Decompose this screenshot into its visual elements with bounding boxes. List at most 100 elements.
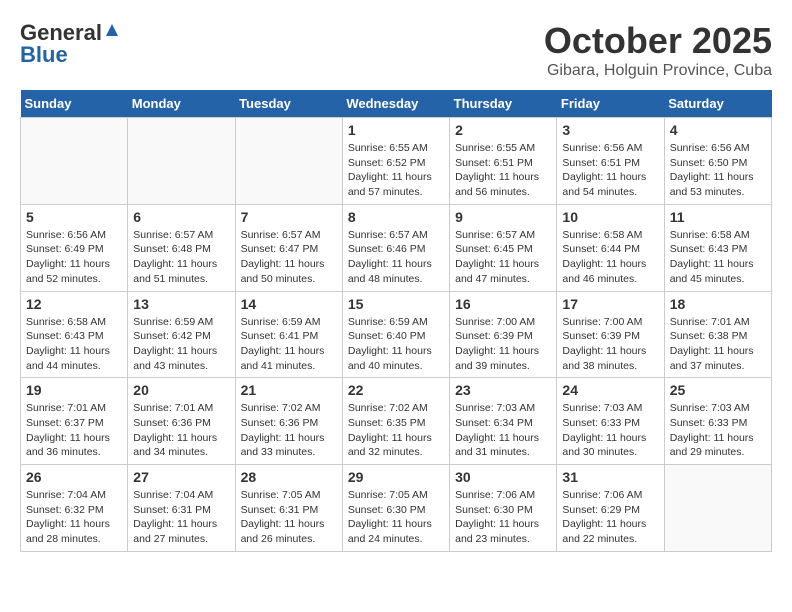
calendar-cell: 31 Sunrise: 7:06 AMSunset: 6:29 PMDayligh… xyxy=(557,465,664,552)
day-info: Sunrise: 6:57 AMSunset: 6:47 PMDaylight:… xyxy=(241,228,337,287)
day-number: 3 xyxy=(562,122,658,138)
day-number: 26 xyxy=(26,469,122,485)
day-header-thursday: Thursday xyxy=(450,90,557,118)
day-number: 29 xyxy=(348,469,444,485)
day-number: 9 xyxy=(455,209,551,225)
day-header-saturday: Saturday xyxy=(664,90,771,118)
calendar-cell: 9 Sunrise: 6:57 AMSunset: 6:45 PMDaylight… xyxy=(450,204,557,291)
day-info: Sunrise: 6:57 AMSunset: 6:46 PMDaylight:… xyxy=(348,228,444,287)
day-number: 22 xyxy=(348,382,444,398)
week-row-3: 12Sunrise: 6:58 AMSunset: 6:43 PMDayligh… xyxy=(21,291,772,378)
calendar-cell: 30 Sunrise: 7:06 AMSunset: 6:30 PMDayligh… xyxy=(450,465,557,552)
day-info: Sunrise: 7:06 AMSunset: 6:29 PMDaylight:… xyxy=(562,488,658,547)
day-header-sunday: Sunday xyxy=(21,90,128,118)
day-number: 17 xyxy=(562,296,658,312)
day-info: Sunrise: 6:58 AMSunset: 6:44 PMDaylight:… xyxy=(562,228,658,287)
calendar-cell: 2Sunrise: 6:55 AMSunset: 6:51 PMDaylight… xyxy=(450,118,557,205)
day-header-monday: Monday xyxy=(128,90,235,118)
calendar-cell: 19Sunrise: 7:01 AMSunset: 6:37 PMDayligh… xyxy=(21,378,128,465)
calendar-cell: 8 Sunrise: 6:57 AMSunset: 6:46 PMDaylight… xyxy=(342,204,449,291)
day-info: Sunrise: 6:58 AMSunset: 6:43 PMDaylight:… xyxy=(670,228,766,287)
calendar-cell: 13Sunrise: 6:59 AMSunset: 6:42 PMDayligh… xyxy=(128,291,235,378)
page-header: General Blue October 2025 Gibara, Holgui… xyxy=(20,20,772,80)
day-info: Sunrise: 6:59 AMSunset: 6:40 PMDaylight:… xyxy=(348,315,444,374)
day-info: Sunrise: 7:04 AMSunset: 6:31 PMDaylight:… xyxy=(133,488,229,547)
day-number: 13 xyxy=(133,296,229,312)
day-number: 10 xyxy=(562,209,658,225)
day-number: 2 xyxy=(455,122,551,138)
day-info: Sunrise: 7:04 AMSunset: 6:32 PMDaylight:… xyxy=(26,488,122,547)
calendar-cell: 26 Sunrise: 7:04 AMSunset: 6:32 PMDayligh… xyxy=(21,465,128,552)
calendar-cell xyxy=(21,118,128,205)
day-info: Sunrise: 7:05 AMSunset: 6:31 PMDaylight:… xyxy=(241,488,337,547)
day-info: Sunrise: 6:56 AMSunset: 6:50 PMDaylight:… xyxy=(670,141,766,200)
calendar-cell: 23Sunrise: 7:03 AMSunset: 6:34 PMDayligh… xyxy=(450,378,557,465)
calendar-cell: 18 Sunrise: 7:01 AMSunset: 6:38 PMDayligh… xyxy=(664,291,771,378)
day-info: Sunrise: 7:03 AMSunset: 6:34 PMDaylight:… xyxy=(455,401,551,460)
day-number: 7 xyxy=(241,209,337,225)
day-info: Sunrise: 7:00 AMSunset: 6:39 PMDaylight:… xyxy=(455,315,551,374)
day-number: 25 xyxy=(670,382,766,398)
day-info: Sunrise: 7:03 AMSunset: 6:33 PMDaylight:… xyxy=(670,401,766,460)
calendar-cell: 3Sunrise: 6:56 AMSunset: 6:51 PMDaylight… xyxy=(557,118,664,205)
day-number: 15 xyxy=(348,296,444,312)
day-info: Sunrise: 7:06 AMSunset: 6:30 PMDaylight:… xyxy=(455,488,551,547)
header-row: SundayMondayTuesdayWednesdayThursdayFrid… xyxy=(21,90,772,118)
title-section: October 2025 Gibara, Holguin Province, C… xyxy=(544,20,772,80)
location-title: Gibara, Holguin Province, Cuba xyxy=(544,62,772,80)
day-number: 14 xyxy=(241,296,337,312)
calendar-cell: 25 Sunrise: 7:03 AMSunset: 6:33 PMDayligh… xyxy=(664,378,771,465)
calendar-cell: 16 Sunrise: 7:00 AMSunset: 6:39 PMDayligh… xyxy=(450,291,557,378)
calendar-cell: 22 Sunrise: 7:02 AMSunset: 6:35 PMDayligh… xyxy=(342,378,449,465)
day-info: Sunrise: 6:58 AMSunset: 6:43 PMDaylight:… xyxy=(26,315,122,374)
day-number: 5 xyxy=(26,209,122,225)
logo: General Blue xyxy=(20,20,120,68)
week-row-5: 26 Sunrise: 7:04 AMSunset: 6:32 PMDayligh… xyxy=(21,465,772,552)
calendar-cell xyxy=(128,118,235,205)
day-info: Sunrise: 6:55 AMSunset: 6:52 PMDaylight:… xyxy=(348,141,444,200)
day-header-wednesday: Wednesday xyxy=(342,90,449,118)
week-row-1: 1Sunrise: 6:55 AMSunset: 6:52 PMDaylight… xyxy=(21,118,772,205)
logo-triangle-icon xyxy=(104,22,120,43)
day-info: Sunrise: 7:03 AMSunset: 6:33 PMDaylight:… xyxy=(562,401,658,460)
calendar-cell: 1Sunrise: 6:55 AMSunset: 6:52 PMDaylight… xyxy=(342,118,449,205)
calendar-cell: 12Sunrise: 6:58 AMSunset: 6:43 PMDayligh… xyxy=(21,291,128,378)
calendar-cell: 24 Sunrise: 7:03 AMSunset: 6:33 PMDayligh… xyxy=(557,378,664,465)
calendar-cell xyxy=(235,118,342,205)
day-header-tuesday: Tuesday xyxy=(235,90,342,118)
day-number: 30 xyxy=(455,469,551,485)
day-number: 31 xyxy=(562,469,658,485)
day-number: 4 xyxy=(670,122,766,138)
calendar-cell: 28Sunrise: 7:05 AMSunset: 6:31 PMDayligh… xyxy=(235,465,342,552)
day-number: 8 xyxy=(348,209,444,225)
day-info: Sunrise: 7:02 AMSunset: 6:36 PMDaylight:… xyxy=(241,401,337,460)
calendar-table: SundayMondayTuesdayWednesdayThursdayFrid… xyxy=(20,90,772,552)
calendar-cell: 10 Sunrise: 6:58 AMSunset: 6:44 PMDayligh… xyxy=(557,204,664,291)
calendar-cell: 29Sunrise: 7:05 AMSunset: 6:30 PMDayligh… xyxy=(342,465,449,552)
calendar-cell: 6Sunrise: 6:57 AMSunset: 6:48 PMDaylight… xyxy=(128,204,235,291)
month-title: October 2025 xyxy=(544,20,772,62)
day-info: Sunrise: 6:59 AMSunset: 6:41 PMDaylight:… xyxy=(241,315,337,374)
week-row-2: 5Sunrise: 6:56 AMSunset: 6:49 PMDaylight… xyxy=(21,204,772,291)
calendar-cell: 7 Sunrise: 6:57 AMSunset: 6:47 PMDaylight… xyxy=(235,204,342,291)
calendar-cell xyxy=(664,465,771,552)
calendar-cell: 11 Sunrise: 6:58 AMSunset: 6:43 PMDayligh… xyxy=(664,204,771,291)
day-number: 6 xyxy=(133,209,229,225)
day-info: Sunrise: 6:57 AMSunset: 6:45 PMDaylight:… xyxy=(455,228,551,287)
calendar-cell: 5Sunrise: 6:56 AMSunset: 6:49 PMDaylight… xyxy=(21,204,128,291)
logo-blue-text: Blue xyxy=(20,42,68,68)
day-number: 27 xyxy=(133,469,229,485)
day-number: 20 xyxy=(133,382,229,398)
day-number: 16 xyxy=(455,296,551,312)
week-row-4: 19Sunrise: 7:01 AMSunset: 6:37 PMDayligh… xyxy=(21,378,772,465)
calendar-cell: 21Sunrise: 7:02 AMSunset: 6:36 PMDayligh… xyxy=(235,378,342,465)
calendar-cell: 20Sunrise: 7:01 AMSunset: 6:36 PMDayligh… xyxy=(128,378,235,465)
day-number: 24 xyxy=(562,382,658,398)
day-number: 19 xyxy=(26,382,122,398)
day-number: 18 xyxy=(670,296,766,312)
calendar-cell: 17Sunrise: 7:00 AMSunset: 6:39 PMDayligh… xyxy=(557,291,664,378)
calendar-cell: 14 Sunrise: 6:59 AMSunset: 6:41 PMDayligh… xyxy=(235,291,342,378)
day-info: Sunrise: 7:01 AMSunset: 6:38 PMDaylight:… xyxy=(670,315,766,374)
day-number: 11 xyxy=(670,209,766,225)
day-info: Sunrise: 7:02 AMSunset: 6:35 PMDaylight:… xyxy=(348,401,444,460)
